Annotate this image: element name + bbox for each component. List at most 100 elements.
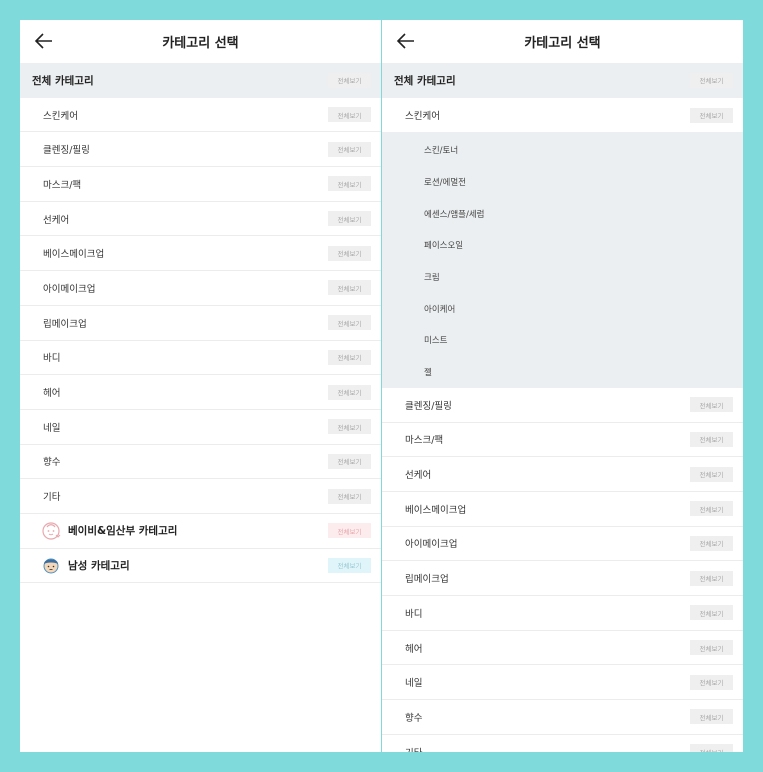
category-row[interactable]: 클렌징/필링 전체보기: [382, 388, 743, 423]
category-label: 스킨케어: [405, 111, 440, 123]
category-row[interactable]: 향수 전체보기: [20, 445, 381, 480]
category-row[interactable]: 베이스메이크업 전체보기: [382, 492, 743, 527]
view-all-button[interactable]: 전체보기: [690, 501, 733, 517]
category-label: 바디: [43, 353, 61, 365]
category-label: 네일: [405, 678, 423, 690]
category-label: 립메이크업: [43, 318, 87, 330]
category-row[interactable]: 스킨케어 전체보기: [20, 98, 381, 133]
subcategory-item[interactable]: 에센스/앰플/세럼: [382, 198, 743, 230]
category-label: 베이스메이크업: [405, 504, 467, 516]
category-row[interactable]: 네일 전체보기: [382, 665, 743, 701]
category-row[interactable]: 기타 전체보기: [20, 479, 381, 514]
category-label: 클렌징/필링: [43, 145, 90, 157]
category-label: 선케어: [43, 214, 70, 226]
view-all-button[interactable]: 전체보기: [328, 245, 371, 261]
view-all-button[interactable]: 전체보기: [328, 488, 371, 504]
category-row[interactable]: 향수 전체보기: [382, 700, 743, 735]
view-all-button[interactable]: 전체보기: [690, 107, 733, 123]
view-all-button[interactable]: 전체보기: [328, 419, 371, 435]
view-all-button[interactable]: 전체보기: [328, 176, 371, 192]
men-category-label: 남성 카테고리: [68, 559, 130, 572]
category-label: 향수: [405, 712, 423, 724]
all-category-label: 전체 카테고리: [32, 74, 94, 87]
subcategory-item[interactable]: 젤: [382, 356, 743, 388]
category-row[interactable]: 바디 전체보기: [20, 341, 381, 376]
view-all-button[interactable]: 전체보기: [690, 744, 733, 752]
category-row[interactable]: 바디 전체보기: [382, 596, 743, 631]
all-category-row[interactable]: 전체 카테고리 전체보기: [20, 63, 381, 98]
category-screen-collapsed: 카테고리 선택 전체 카테고리 전체보기 스킨케어 전체보기 클렌징/필링 전체보기 마…: [20, 20, 381, 752]
category-label: 립메이크업: [405, 574, 449, 586]
category-row[interactable]: 마스크/팩 전체보기: [20, 167, 381, 202]
view-all-button[interactable]: 전체보기: [328, 107, 371, 123]
category-row[interactable]: 클렌징/필링 전체보기: [20, 132, 381, 168]
all-category-row[interactable]: 전체 카테고리 전체보기: [382, 63, 743, 98]
category-row[interactable]: 헤어 전체보기: [20, 375, 381, 410]
category-label: 향수: [43, 457, 61, 469]
category-label: 아이메이크업: [405, 539, 458, 551]
man-face-icon: [43, 558, 59, 574]
subcategory-item[interactable]: 미스트: [382, 325, 743, 357]
view-all-button[interactable]: 전체보기: [690, 397, 733, 413]
view-all-button[interactable]: 전체보기: [328, 349, 371, 365]
category-row[interactable]: 선케어 전체보기: [20, 202, 381, 237]
view-all-button[interactable]: 전체보기: [328, 557, 371, 573]
category-label: 마스크/팩: [43, 179, 82, 191]
header: 카테고리 선택: [382, 20, 743, 63]
subcategory-item[interactable]: 아이케어: [382, 293, 743, 325]
category-label: 헤어: [405, 643, 423, 655]
category-row[interactable]: 아이메이크업 전체보기: [20, 271, 381, 306]
view-all-button[interactable]: 전체보기: [690, 605, 733, 621]
category-row[interactable]: 네일 전체보기: [20, 410, 381, 445]
view-all-button[interactable]: 전체보기: [690, 431, 733, 447]
view-all-button[interactable]: 전체보기: [328, 523, 371, 539]
view-all-button[interactable]: 전체보기: [328, 280, 371, 296]
category-row[interactable]: 마스크/팩 전체보기: [382, 423, 743, 458]
baby-face-icon: [42, 522, 61, 540]
back-arrow-icon[interactable]: [34, 31, 54, 51]
page-title: 카테고리 선택: [162, 36, 239, 51]
view-all-button[interactable]: 전체보기: [328, 141, 371, 157]
view-all-button[interactable]: 전체보기: [690, 72, 733, 88]
subcategory-item[interactable]: 로션/에멀전: [382, 166, 743, 198]
view-all-button[interactable]: 전체보기: [328, 315, 371, 331]
category-row[interactable]: 립메이크업 전체보기: [382, 561, 743, 596]
view-all-button[interactable]: 전체보기: [690, 570, 733, 586]
view-all-button[interactable]: 전체보기: [690, 674, 733, 690]
category-label: 아이메이크업: [43, 283, 96, 295]
category-label: 네일: [43, 422, 61, 434]
subcategory-item[interactable]: 스킨/토너: [382, 134, 743, 166]
view-all-button[interactable]: 전체보기: [690, 640, 733, 656]
category-row[interactable]: 기타 전체보기: [382, 735, 743, 752]
view-all-button[interactable]: 전체보기: [328, 72, 371, 88]
category-label: 바디: [405, 608, 423, 620]
category-row[interactable]: 베이스메이크업 전체보기: [20, 236, 381, 272]
category-row[interactable]: 스킨케어 전체보기: [382, 98, 743, 133]
category-row[interactable]: 립메이크업 전체보기: [20, 306, 381, 341]
category-label: 스킨케어: [43, 110, 78, 122]
subcategory-panel: 스킨/토너 로션/에멀전 에센스/앰플/세럼 페이스오일 크림 아이케어 미스트 젤: [382, 132, 743, 388]
category-screen-expanded: 카테고리 선택 전체 카테고리 전체보기 스킨케어 전체보기 스킨/토너 로션/에멀전…: [382, 20, 743, 752]
category-label: 헤어: [43, 388, 61, 400]
subcategory-item[interactable]: 페이스오일: [382, 229, 743, 261]
view-all-button[interactable]: 전체보기: [690, 466, 733, 482]
subcategory-item[interactable]: 크림: [382, 261, 743, 293]
view-all-button[interactable]: 전체보기: [690, 535, 733, 551]
header: 카테고리 선택: [20, 20, 381, 63]
category-row[interactable]: 헤어 전체보기: [382, 631, 743, 666]
category-row[interactable]: 아이메이크업 전체보기: [382, 527, 743, 562]
back-arrow-icon[interactable]: [396, 31, 416, 51]
view-all-button[interactable]: 전체보기: [328, 384, 371, 400]
all-category-label: 전체 카테고리: [394, 74, 456, 87]
view-all-button[interactable]: 전체보기: [690, 709, 733, 725]
category-label: 마스크/팩: [405, 435, 444, 447]
category-label: 기타: [405, 745, 422, 752]
page-title: 카테고리 선택: [524, 36, 601, 51]
view-all-button[interactable]: 전체보기: [328, 211, 371, 227]
category-label: 클렌징/필링: [405, 400, 452, 412]
view-all-button[interactable]: 전체보기: [328, 453, 371, 469]
category-row[interactable]: 선케어 전체보기: [382, 457, 743, 492]
category-label: 베이스메이크업: [43, 249, 105, 261]
men-category-row[interactable]: 남성 카테고리 전체보기: [20, 549, 381, 584]
baby-category-row[interactable]: 베이비&임산부 카테고리 전체보기: [20, 514, 381, 549]
